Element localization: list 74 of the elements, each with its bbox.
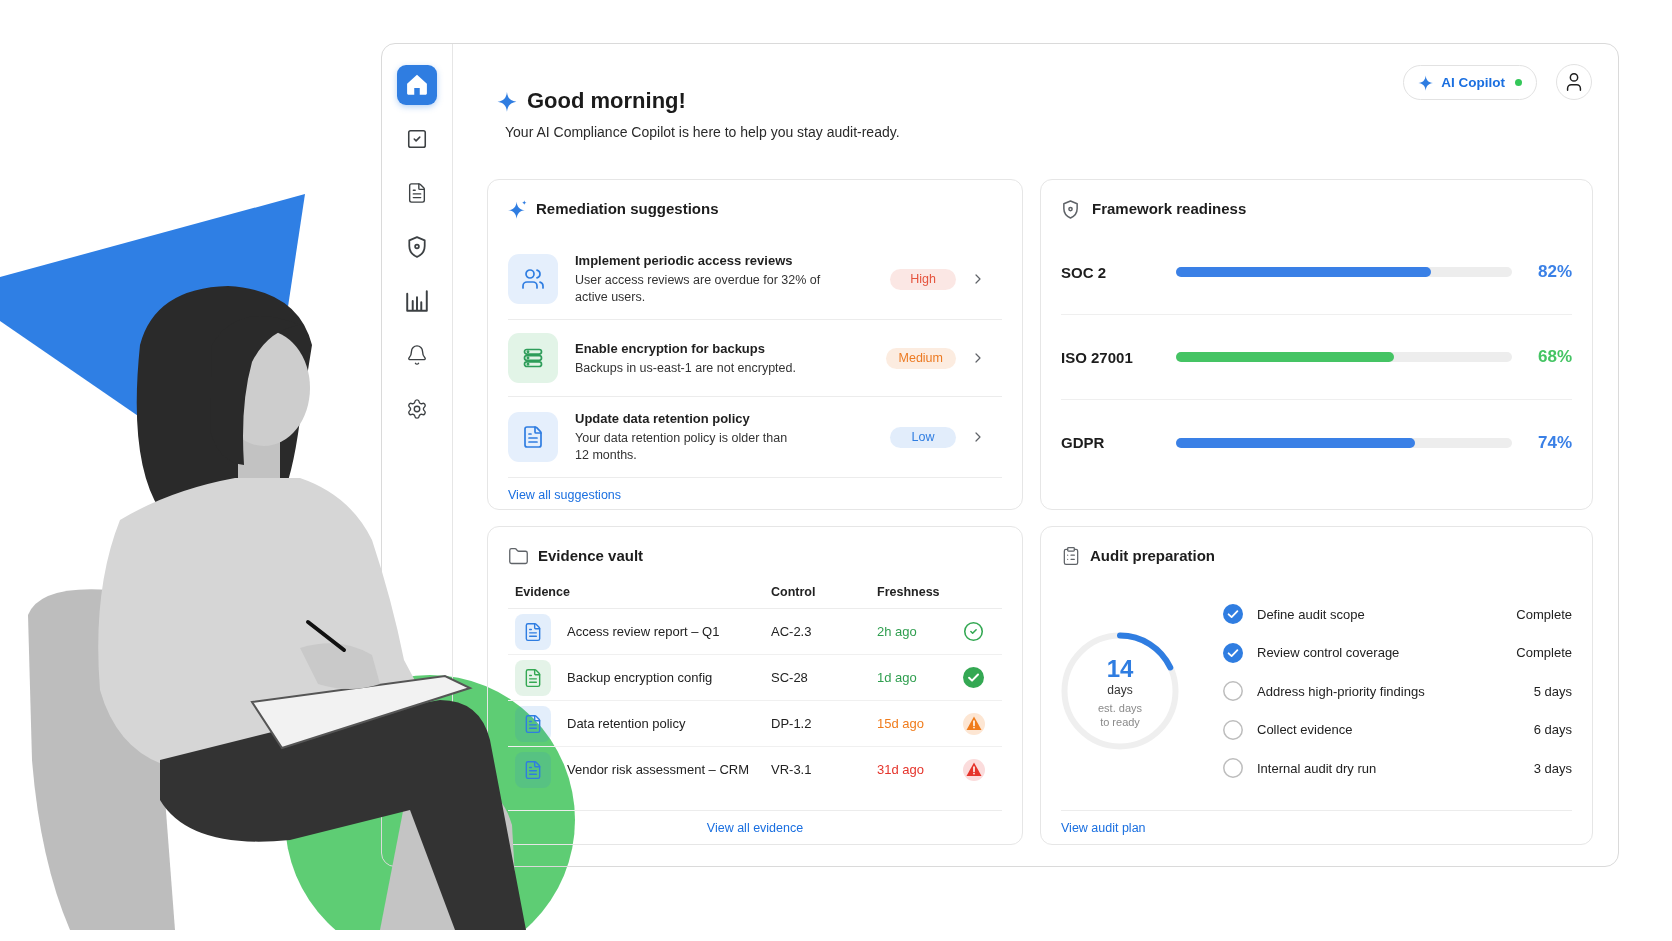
suggestions-link[interactable]: View all suggestions <box>508 486 622 504</box>
control-id: SC-28 <box>771 668 809 687</box>
countdown-caption: est. days to ready <box>1097 700 1143 729</box>
evidence-name: Vendor risk assessment – CRM <box>567 761 750 779</box>
step-status: Complete <box>1516 645 1572 660</box>
bell-icon <box>406 344 428 366</box>
column-header: Evidence <box>515 584 571 601</box>
countdown-value: 14 <box>1106 655 1134 682</box>
people-icon <box>508 254 558 304</box>
card-title: Evidence vault <box>538 546 644 566</box>
evidence-name: Backup encryption config <box>567 668 713 687</box>
column-header: Freshness <box>877 584 941 601</box>
step-status: 3 days <box>1533 760 1572 776</box>
freshness-time: 15d ago <box>877 714 925 733</box>
suggestion-title: Implement periodic access reviews <box>575 252 794 270</box>
step-checkbox[interactable] <box>1223 758 1243 778</box>
folder-icon <box>508 545 529 567</box>
ai-copilot-button[interactable]: AI Copilot <box>1403 64 1537 100</box>
audit-plan-link[interactable]: View audit plan <box>1061 818 1146 837</box>
control-id: AC-2.3 <box>771 622 813 641</box>
home-button[interactable] <box>397 65 437 105</box>
bar-chart-icon <box>406 290 428 312</box>
suggestion-description: Your data retention policy is older than 12 months. <box>575 430 789 464</box>
framework-name: ISO 27001 <box>1061 348 1134 366</box>
checkbox-icon <box>406 128 428 150</box>
step-label: Define audit scope <box>1257 606 1366 622</box>
suggestion-description: Backups in us-east-1 are not encrypted. <box>575 359 797 377</box>
home-icon <box>406 74 428 96</box>
readiness-percent: 68% <box>1536 347 1572 367</box>
step-label: Internal audit dry run <box>1257 760 1378 776</box>
readiness-percent: 74% <box>1536 432 1572 453</box>
evidence-name: Data retention policy <box>567 714 686 733</box>
step-checkbox[interactable] <box>1223 719 1243 740</box>
evidence-name: Access review report – Q1 <box>567 622 720 641</box>
step-label: Address high-priority findings <box>1257 683 1426 699</box>
step-status: Complete <box>1516 606 1572 622</box>
step-label: Collect evidence <box>1257 722 1354 737</box>
framework-name: SOC 2 <box>1061 263 1107 281</box>
priority-badge: High <box>890 268 956 290</box>
profile-button[interactable] <box>1556 64 1592 100</box>
settings-icon <box>406 398 428 420</box>
control-id: VR-3.1 <box>771 761 813 779</box>
step-status: 5 days <box>1533 683 1572 699</box>
card-title: Audit preparation <box>1090 546 1215 566</box>
suggestion-title: Enable encryption for backups <box>575 339 766 358</box>
countdown-unit: days <box>1107 681 1133 698</box>
shield-icon <box>1061 199 1080 219</box>
step-checkbox[interactable] <box>1223 642 1243 663</box>
control-id: DP-1.2 <box>771 714 813 733</box>
document-icon <box>406 182 428 204</box>
priority-badge: Medium <box>885 347 956 369</box>
priority-badge: Low <box>890 426 956 448</box>
step-checkbox[interactable] <box>1223 681 1243 701</box>
freshness-time: 31d ago <box>877 761 925 779</box>
readiness-percent: 82% <box>1536 262 1572 282</box>
sparkle-icon <box>508 199 527 219</box>
card-title: Remediation suggestions <box>536 199 719 219</box>
clipboard-icon <box>1061 546 1081 566</box>
column-header: Control <box>771 584 817 601</box>
freshness-time: 2h ago <box>877 622 918 641</box>
server-stack-icon <box>508 333 558 383</box>
shield-icon <box>406 236 428 258</box>
framework-name: GDPR <box>1061 434 1106 451</box>
suggestion-title: Update data retention policy <box>575 410 751 428</box>
greeting-title: Good morning! <box>527 87 686 115</box>
document-icon <box>508 412 558 462</box>
step-label: Review control coverage <box>1257 645 1401 660</box>
suggestion-description: User access reviews are overdue for 32% of active users. <box>575 272 822 306</box>
step-status: 6 days <box>1533 722 1572 737</box>
card-title: Framework readiness <box>1092 199 1247 219</box>
freshness-time: 1d ago <box>877 668 918 687</box>
evidence-link[interactable]: View all evidence <box>706 818 804 837</box>
greeting-subtitle: Your AI Compliance Copilot is here to help you stay audit-ready. <box>505 123 900 142</box>
step-checkbox[interactable] <box>1223 604 1243 624</box>
